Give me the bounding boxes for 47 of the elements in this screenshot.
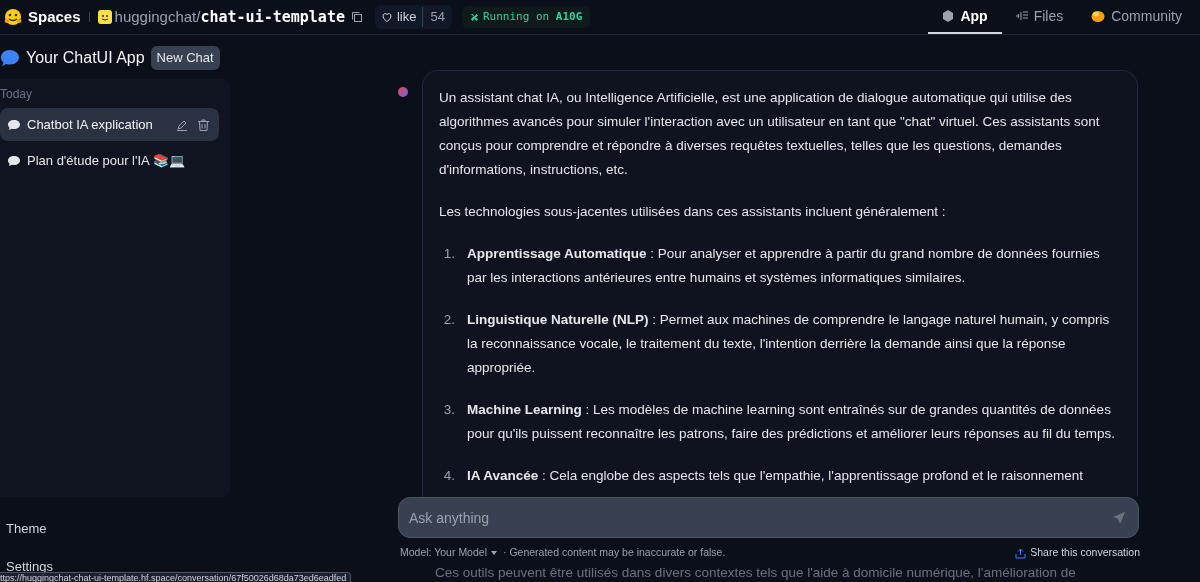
message-input-field[interactable]: Ask anything bbox=[398, 497, 1139, 539]
conversation-item[interactable]: Plan d'étude pour l'IA 📚💻 bbox=[0, 144, 219, 177]
chat-bubble-icon bbox=[0, 49, 20, 67]
send-icon[interactable] bbox=[1112, 511, 1126, 526]
running-status-badge: Running on A10G bbox=[461, 6, 591, 28]
nav-tab[interactable]: Files bbox=[1001, 0, 1078, 34]
speech-bubble-icon bbox=[7, 154, 21, 167]
file-list-icon bbox=[1015, 11, 1028, 21]
assistant-avatar-icon bbox=[398, 87, 408, 97]
smiley-logo-icon bbox=[4, 8, 22, 26]
like-count: 54 bbox=[422, 7, 452, 27]
message-paragraph: Un assistant chat IA, ou Intelligence Artificielle, est une application de dialogue automatique qui utilise des algorithmes avancés pour simuler l'interaction avec un utilisateur en tant que "chat" virtuel. Ces assistants sont conçus pour comprendre et répondre à diverses requêtes textuelles, telles que les questions, demandes d'informations, instructions, etc. bbox=[439, 89, 1101, 179]
conversation-item[interactable]: Chatbot IA explication bbox=[0, 108, 219, 141]
like-button[interactable]: like 54 bbox=[374, 5, 452, 29]
list-item-text: Apprentissage Automatique : Pour analyser et apprendre à partir du grand nombre de données fournies par les interactions antérieures entre humains et systèmes informatiques similaires. bbox=[467, 245, 1101, 287]
owner-link[interactable]: huggingchat bbox=[114, 5, 197, 29]
nav-tab[interactable]: Community bbox=[1077, 0, 1196, 34]
list-number: 1. bbox=[442, 245, 456, 263]
trash-icon bbox=[198, 118, 209, 131]
speech-bubble-icon bbox=[7, 118, 21, 131]
faded-message-text: Ces outils peuvent être utilisés dans divers contextes tels que l'aide à domicile numérique, l'amélioration de bbox=[434, 564, 1077, 582]
message-paragraph: Les technologies sous-jacentes utilisées dans ces assistants incluent généralement : bbox=[439, 203, 947, 221]
brand-name[interactable]: Spaces bbox=[28, 5, 81, 29]
list-number: 3. bbox=[442, 401, 456, 419]
share-link[interactable]: Share this conversation bbox=[1015, 545, 1140, 561]
heart-icon bbox=[380, 11, 393, 23]
app-title: Your ChatUI App bbox=[26, 48, 145, 68]
list-item-text: IA Avancée : Cela englobe des aspects tels que l'empathie, l'apprentissage profond et le raisonnement bbox=[467, 467, 1084, 485]
list-number: 2. bbox=[442, 311, 456, 329]
list-number: 4. bbox=[442, 467, 456, 485]
share-icon bbox=[1015, 547, 1027, 559]
list-item-text: Machine Learning : Les modèles de machine learning sont entraînés sur de grandes quantités de données pour qu'ils puissent reconnaître les patrons, faire des prédictions et améliorer leurs réponses au fil du temps. bbox=[467, 401, 1116, 443]
repo-name[interactable]: chat-ui-template bbox=[200, 5, 345, 29]
group-label: Today bbox=[0, 86, 34, 103]
pencil-icon bbox=[176, 118, 188, 131]
disclaimer-text: · Generated content may be inaccurate or false. bbox=[503, 545, 726, 561]
nav-tab[interactable]: App bbox=[928, 0, 1002, 34]
cube-icon bbox=[942, 10, 955, 22]
path-separator: / bbox=[196, 6, 201, 27]
list-item-text: Linguistique Naturelle (NLP) : Permet aux machines de comprendre le langage naturel humain, y compris la reconnaissance vocale, le traitement du texte, l'intention derrière la demande ainsi que la réponse appropriée. bbox=[467, 311, 1111, 377]
sidebar-link[interactable]: Theme bbox=[6, 519, 232, 539]
link-status-bar: ttps://huggingchat-chat-ui-template.hf.space/conversation/67f50026d68da73ed6eadfed bbox=[0, 572, 352, 582]
copy-icon bbox=[350, 11, 363, 23]
new-chat-button[interactable]: New Chat bbox=[150, 46, 220, 70]
owner-avatar-icon bbox=[97, 10, 112, 24]
model-selector[interactable]: Model: Your Model bbox=[400, 545, 487, 561]
caret-icon bbox=[491, 551, 497, 556]
